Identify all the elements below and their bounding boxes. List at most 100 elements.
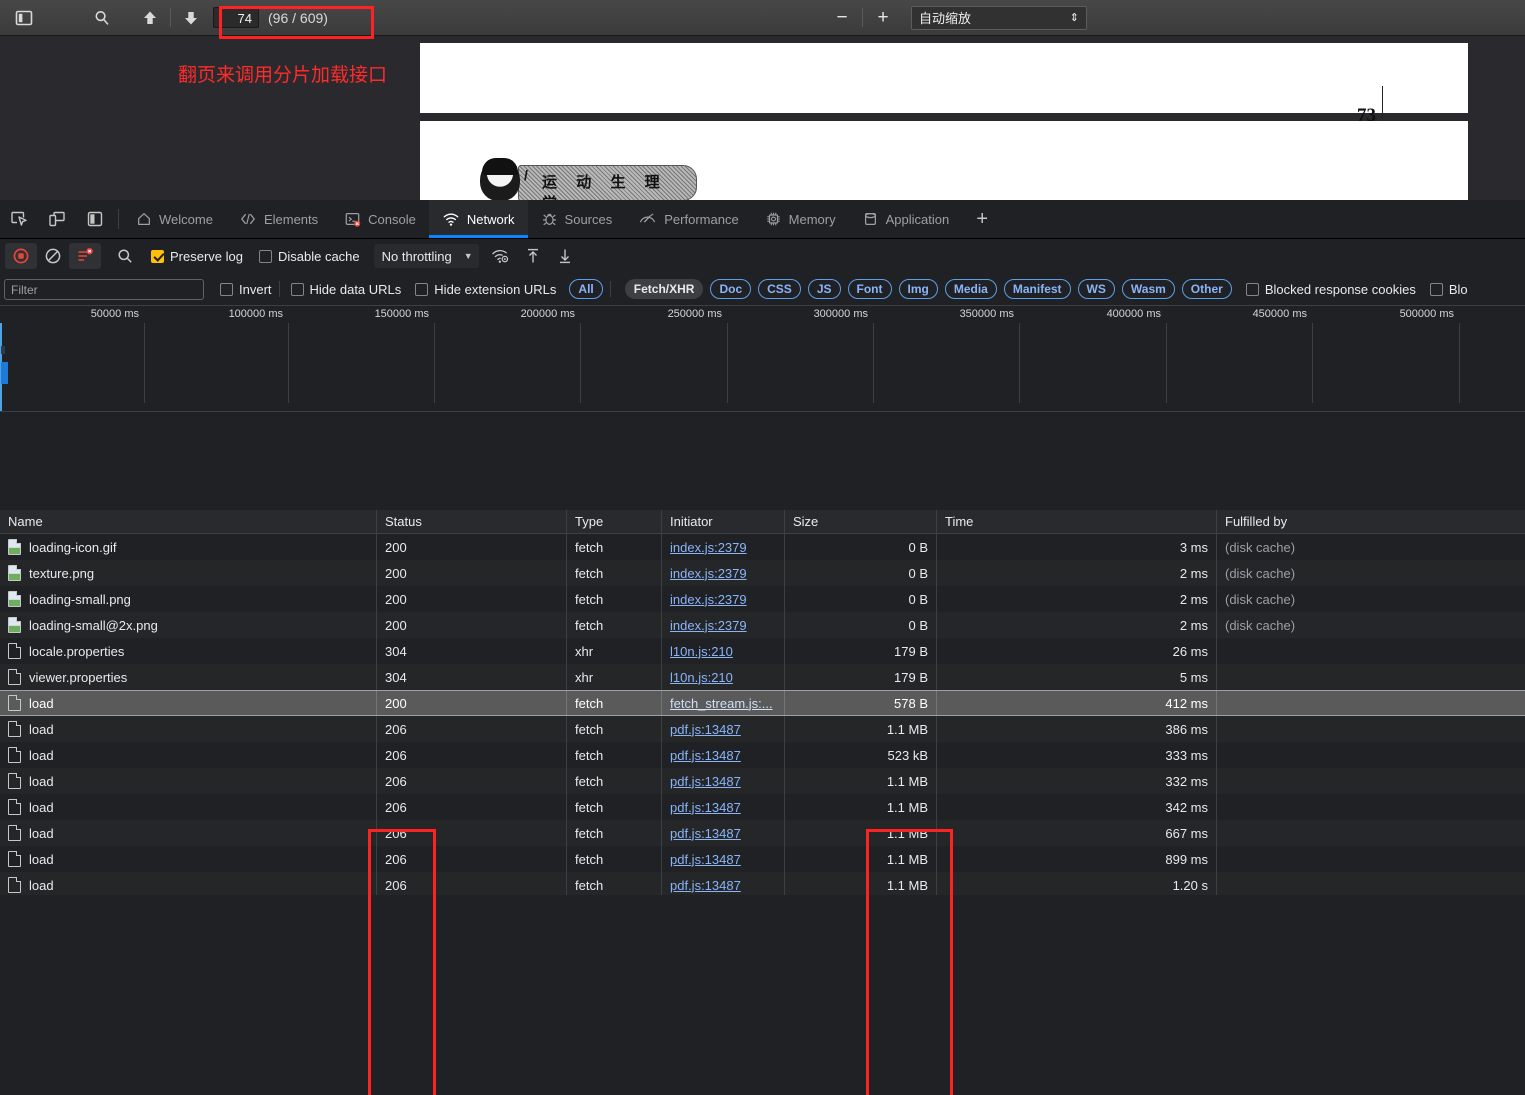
arrow-up-icon[interactable] bbox=[134, 5, 166, 30]
table-row[interactable]: loading-small@2x.png 200 fetch index.js:237… bbox=[0, 612, 1525, 638]
add-panel-button[interactable]: + bbox=[962, 200, 1002, 238]
cell-initiator-text[interactable]: pdf.js:13487 bbox=[670, 800, 741, 815]
preserve-log-checkbox[interactable]: Preserve log bbox=[151, 249, 243, 264]
bug-icon bbox=[542, 213, 556, 226]
sidebar-toggle-icon[interactable] bbox=[8, 5, 40, 30]
table-row[interactable]: locale.properties 304 xhr l10n.js:210 179 B 2… bbox=[0, 638, 1525, 664]
table-row[interactable]: loading-small.png 200 fetch index.js:2379 0 … bbox=[0, 586, 1525, 612]
search-icon[interactable] bbox=[109, 243, 141, 269]
cell-initiator-text[interactable]: index.js:2379 bbox=[670, 566, 747, 581]
column-header-time[interactable]: Time bbox=[937, 510, 1217, 533]
dock-side-icon[interactable] bbox=[76, 200, 114, 238]
table-row[interactable]: load 206 fetch pdf.js:13487 1.1 MB 1.20 s bbox=[0, 872, 1525, 895]
type-filter-wasm[interactable]: Wasm bbox=[1121, 279, 1175, 299]
table-row[interactable]: load 206 fetch pdf.js:13487 1.1 MB 667 ms bbox=[0, 820, 1525, 846]
cell-initiator-text[interactable]: index.js:2379 bbox=[670, 618, 747, 633]
column-header-fulfilled-by[interactable]: Fulfilled by bbox=[1217, 510, 1525, 533]
disable-cache-checkbox[interactable]: Disable cache bbox=[258, 249, 360, 264]
filter-input[interactable]: Filter bbox=[4, 278, 204, 300]
column-header-status[interactable]: Status bbox=[377, 510, 567, 533]
cell-status-text: 206 bbox=[385, 825, 407, 841]
network-overview-timeline[interactable]: 50000 ms 100000 ms 150000 ms 200000 ms 2… bbox=[0, 306, 1525, 412]
cell-fulfilled-by bbox=[1217, 768, 1525, 794]
pdf-toolbar: 74 (96 / 609) − + 自动缩放 ⇕ bbox=[0, 0, 1525, 36]
zoom-in-button[interactable]: + bbox=[867, 5, 899, 30]
zoom-out-button[interactable]: − bbox=[826, 5, 858, 30]
cell-status-text: 304 bbox=[385, 643, 407, 659]
zoom-scale-select[interactable]: 自动缩放 ⇕ bbox=[911, 5, 1087, 30]
type-filter-css[interactable]: CSS bbox=[758, 279, 801, 299]
cell-size: 0 B bbox=[785, 534, 937, 560]
record-stop-icon[interactable] bbox=[5, 243, 37, 269]
wifi-gear-icon[interactable] bbox=[485, 243, 517, 269]
type-filter-manifest[interactable]: Manifest bbox=[1003, 279, 1071, 299]
network-requests-table[interactable]: Name Status Type Initiator Size Time Ful… bbox=[0, 510, 1525, 895]
blocked-requests-checkbox[interactable]: Blo bbox=[1429, 282, 1468, 297]
type-filter-all[interactable]: All bbox=[569, 279, 603, 299]
cell-initiator-text[interactable]: index.js:2379 bbox=[670, 592, 747, 607]
cell-status-text: 200 bbox=[385, 617, 407, 633]
filter-icon[interactable] bbox=[69, 243, 101, 269]
cell-time: 386 ms bbox=[937, 716, 1217, 742]
cell-fulfilled-by: (disk cache) bbox=[1217, 586, 1525, 612]
cell-initiator-text[interactable]: pdf.js:13487 bbox=[670, 748, 741, 763]
column-header-name[interactable]: Name bbox=[0, 510, 377, 533]
cell-initiator-text[interactable]: l10n.js:210 bbox=[670, 670, 733, 685]
blocked-response-cookies-checkbox[interactable]: Blocked response cookies bbox=[1245, 282, 1416, 297]
cell-initiator-text[interactable]: fetch_stream.js:... bbox=[670, 696, 773, 711]
type-filter-other[interactable]: Other bbox=[1181, 279, 1232, 299]
table-row[interactable]: load 206 fetch pdf.js:13487 1.1 MB 386 ms bbox=[0, 716, 1525, 742]
arrow-up-import-icon[interactable] bbox=[517, 243, 549, 269]
tab-performance[interactable]: Performance bbox=[625, 200, 751, 238]
search-icon[interactable] bbox=[86, 5, 118, 30]
page-number-input[interactable]: 74 bbox=[213, 7, 259, 28]
table-row[interactable]: viewer.properties 304 xhr l10n.js:210 179 B 5… bbox=[0, 664, 1525, 690]
tab-memory[interactable]: Memory bbox=[752, 200, 849, 238]
arrow-down-export-icon[interactable] bbox=[549, 243, 581, 269]
device-toolbar-icon[interactable] bbox=[38, 200, 76, 238]
invert-checkbox[interactable]: Invert bbox=[220, 282, 272, 297]
cell-initiator-text[interactable]: index.js:2379 bbox=[670, 540, 747, 555]
type-filter-media[interactable]: Media bbox=[944, 279, 997, 299]
cell-initiator-text[interactable]: pdf.js:13487 bbox=[670, 774, 741, 789]
table-row[interactable]: texture.png 200 fetch index.js:2379 0 B 2 ms (… bbox=[0, 560, 1525, 586]
preserve-log-label: Preserve log bbox=[170, 248, 243, 264]
tab-application[interactable]: Application bbox=[849, 200, 963, 238]
clear-circle-icon[interactable] bbox=[37, 243, 69, 269]
table-row[interactable]: load 206 fetch pdf.js:13487 1.1 MB 342 ms bbox=[0, 794, 1525, 820]
throttling-select[interactable]: No throttling ▼ bbox=[373, 244, 479, 268]
cell-size-text: 1.1 MB bbox=[886, 825, 928, 841]
tab-elements[interactable]: Elements bbox=[226, 200, 331, 238]
cell-initiator-text[interactable]: l10n.js:210 bbox=[670, 644, 733, 659]
cell-initiator-text[interactable]: pdf.js:13487 bbox=[670, 878, 741, 893]
table-row[interactable]: load 206 fetch pdf.js:13487 1.1 MB 332 ms bbox=[0, 768, 1525, 794]
inspect-element-icon[interactable] bbox=[0, 200, 38, 238]
type-filter-fetch-xhr[interactable]: Fetch/XHR bbox=[624, 279, 704, 299]
tab-welcome[interactable]: Welcome bbox=[123, 200, 226, 238]
column-header-type[interactable]: Type bbox=[567, 510, 662, 533]
column-header-size[interactable]: Size bbox=[785, 510, 937, 533]
arrow-down-icon[interactable] bbox=[175, 5, 207, 30]
tab-label: Performance bbox=[664, 211, 739, 227]
type-filter-ws[interactable]: WS bbox=[1077, 279, 1115, 299]
cell-initiator-text[interactable]: pdf.js:13487 bbox=[670, 722, 741, 737]
cell-initiator-text[interactable]: pdf.js:13487 bbox=[670, 826, 741, 841]
type-filter-doc[interactable]: Doc bbox=[710, 279, 752, 299]
cell-initiator-text[interactable]: pdf.js:13487 bbox=[670, 852, 741, 867]
request-name: loading-small@2x.png bbox=[29, 617, 158, 633]
cell-size: 179 B bbox=[785, 664, 937, 690]
hide-extension-urls-checkbox[interactable]: Hide extension URLs bbox=[415, 282, 556, 297]
table-row[interactable]: load 206 fetch pdf.js:13487 1.1 MB 899 ms bbox=[0, 846, 1525, 872]
type-filter-img[interactable]: Img bbox=[898, 279, 938, 299]
type-filter-js[interactable]: JS bbox=[807, 279, 841, 299]
tab-network[interactable]: Network bbox=[428, 200, 528, 238]
hide-data-urls-checkbox[interactable]: Hide data URLs bbox=[290, 282, 401, 297]
type-filter-font[interactable]: Font bbox=[847, 279, 892, 299]
table-row[interactable]: load 206 fetch pdf.js:13487 523 kB 333 ms bbox=[0, 742, 1525, 768]
tab-sources[interactable]: Sources bbox=[528, 200, 626, 238]
column-header-initiator[interactable]: Initiator bbox=[662, 510, 785, 533]
table-row[interactable]: loading-icon.gif 200 fetch index.js:2379 0 B… bbox=[0, 534, 1525, 560]
cell-size: 1.1 MB bbox=[785, 794, 937, 820]
tab-console[interactable]: Console bbox=[331, 200, 429, 238]
table-row[interactable]: load 200 fetch fetch_stream.js:... 578 B 412 … bbox=[0, 690, 1525, 716]
